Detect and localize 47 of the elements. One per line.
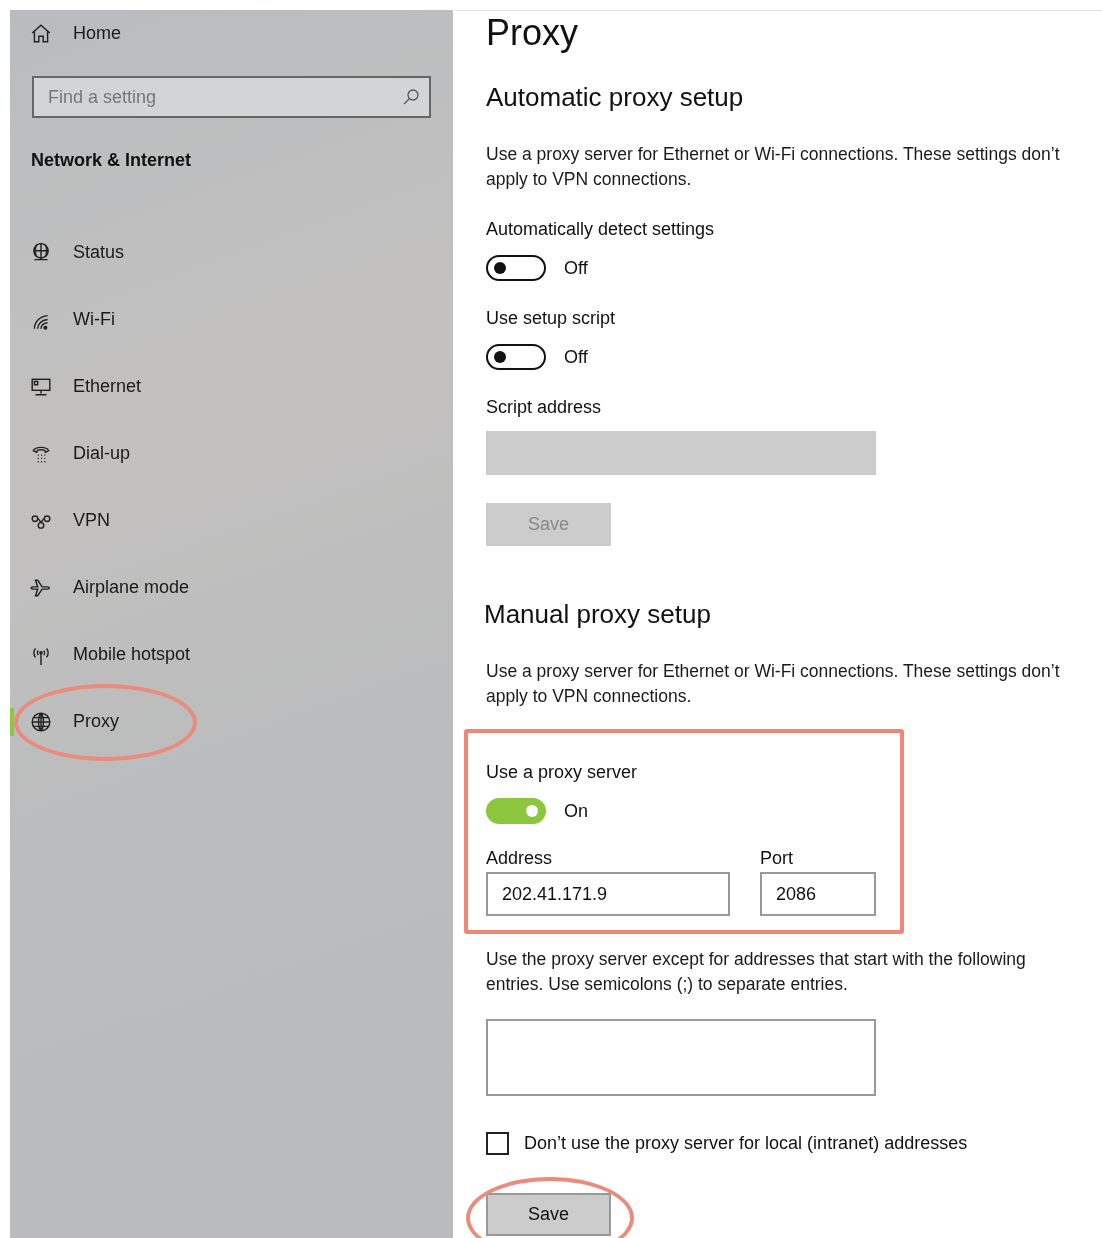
toggle-state: Off (564, 257, 588, 279)
item-label: Status (73, 242, 125, 263)
home-link[interactable]: Home (10, 10, 453, 56)
toggle-state: Off (564, 346, 588, 368)
setting-label: Automatically detect settings (486, 218, 715, 241)
sidebar-item[interactable]: Ethernet (10, 353, 453, 420)
item-label: Airplane mode (73, 577, 190, 598)
item-label: Ethernet (73, 376, 142, 397)
checkbox-label: Don’t use the proxy server for local (intranet) addresses (524, 1133, 968, 1154)
sidebar-item[interactable]: Airplane mode (10, 554, 453, 621)
toggle-switch[interactable] (486, 798, 546, 824)
save-button[interactable]: Save (486, 1193, 611, 1236)
sidebar-item[interactable]: Mobile hotspot (10, 621, 453, 688)
input-field[interactable]: 2086 (760, 872, 876, 916)
toggle-switch[interactable] (486, 344, 546, 370)
setting-label: Use setup script (486, 307, 616, 330)
field-label: Port (760, 847, 794, 870)
sidebar-item[interactable]: Proxy (10, 688, 453, 755)
toggle-switch[interactable] (486, 255, 546, 281)
section-heading: Network & Internet (31, 150, 193, 171)
search-icon[interactable] (401, 87, 421, 107)
item-label: Proxy (73, 711, 119, 732)
item-label: Dial-up (73, 443, 131, 464)
description-text: Use the proxy server except for addresses that start with the following entries. Use semicolons (;) to separate entries. (486, 948, 1027, 996)
sidebar-item[interactable]: Dial-up (10, 420, 453, 487)
home-label: Home (73, 22, 121, 44)
section-heading: Automatic proxy setup (486, 81, 744, 113)
field-label: Address (486, 847, 554, 870)
search-field[interactable]: Find a setting (32, 76, 431, 118)
item-label: Wi-Fi (73, 309, 115, 330)
setting-label: Use a proxy server (486, 761, 639, 784)
section-heading: Manual proxy setup (484, 598, 711, 630)
description-text: Use a proxy server for Ethernet or Wi-Fi connections. These settings don’t apply to VPN connections. (486, 660, 1061, 708)
field-label: Script address (486, 396, 602, 419)
toggle-state: On (564, 800, 588, 822)
description-text: Use a proxy server for Ethernet or Wi-Fi connections. These settings don’t apply to VPN connections. (486, 143, 1061, 191)
page-title: Proxy (486, 12, 579, 54)
checkbox[interactable] (486, 1132, 509, 1155)
sidebar-item[interactable]: VPN (10, 487, 453, 554)
text-area[interactable] (486, 1019, 876, 1096)
sidebar-item[interactable]: Wi-Fi (10, 286, 453, 353)
globe-icon (30, 710, 52, 733)
input-field[interactable]: 202.41.171.9 (486, 872, 730, 916)
sidebar-item[interactable]: Status (10, 219, 453, 286)
home-icon (30, 22, 52, 44)
item-label: VPN (73, 510, 110, 531)
item-label: Mobile hotspot (73, 644, 191, 665)
